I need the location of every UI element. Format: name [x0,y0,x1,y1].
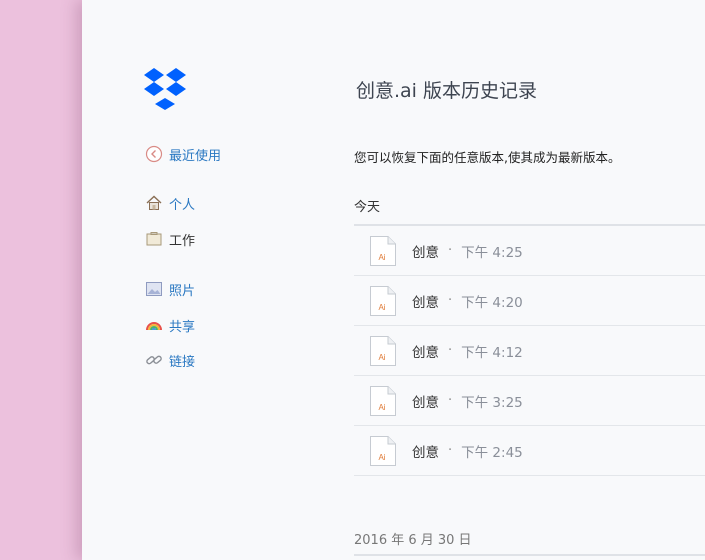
separator: · [448,293,453,308]
briefcase-icon [144,229,164,249]
version-name: 创意 [412,394,439,411]
back-arrow-icon [144,144,164,164]
home-icon [144,193,164,213]
version-time: 下午 2:45 [461,444,523,461]
sidebar-item-work[interactable]: 工作 [144,229,195,249]
version-name: 创意 [412,444,439,461]
separator: · [448,393,453,408]
version-name: 创意 [412,344,439,361]
sidebar-item-links[interactable]: 链接 [144,350,195,370]
page-description: 您可以恢复下面的任意版本,使其成为最新版本。 [354,150,621,165]
ai-file-icon: Ai [370,285,396,316]
sidebar-item-work-label: 工作 [169,233,196,249]
sidebar-item-share-label: 共享 [169,319,196,335]
version-time: 下午 4:25 [461,244,523,261]
separator: · [448,443,453,458]
svg-text:Ai: Ai [378,453,385,462]
version-row[interactable]: Ai 创意 · 下午 2:45 [354,426,705,476]
version-name: 创意 [412,244,439,261]
version-row[interactable]: Ai 创意 · 下午 4:20 [354,276,705,326]
version-row[interactable]: Ai 创意 · 下午 3:25 [354,376,705,426]
version-row[interactable]: Ai 创意 · 下午 4:12 [354,326,705,376]
version-time: 下午 4:12 [461,344,523,361]
back-recent-link[interactable]: 最近使用 [144,144,221,164]
rainbow-icon [144,315,164,335]
version-name: 创意 [412,294,439,311]
dropbox-logo-icon[interactable] [142,66,188,112]
ai-file-icon: Ai [370,435,396,466]
page-title: 创意.ai 版本历史记录 [356,80,538,102]
back-recent-label: 最近使用 [169,148,222,164]
sidebar-item-personal[interactable]: 个人 [144,193,195,213]
ai-file-icon: Ai [370,335,396,366]
link-icon [144,350,164,370]
version-list: Ai 创意 · 下午 4:25 Ai 创意 · 下午 4:20 Ai 创意 · … [354,224,705,476]
section-date-label: 2016 年 6 月 30 日 [354,533,472,548]
sidebar-item-photos-label: 照片 [169,283,196,299]
ai-file-icon: Ai [370,235,396,266]
separator: · [448,343,453,358]
svg-text:Ai: Ai [378,403,385,412]
version-history-panel: 最近使用 个人 工作 照片 共享 链接 创意.ai 版本历史记录 您可以恢复下面… [82,0,705,560]
separator: · [448,243,453,258]
version-row[interactable]: Ai 创意 · 下午 4:25 [354,226,705,276]
sidebar-item-share[interactable]: 共享 [144,315,195,335]
section-today-label: 今天 [354,200,381,215]
version-time: 下午 3:25 [461,394,523,411]
svg-text:Ai: Ai [378,253,385,262]
photos-icon [144,279,164,299]
ai-file-icon: Ai [370,385,396,416]
sidebar-item-links-label: 链接 [169,354,196,370]
svg-text:Ai: Ai [378,303,385,312]
section-divider [354,554,705,556]
version-time: 下午 4:20 [461,294,523,311]
sidebar-item-photos[interactable]: 照片 [144,279,195,299]
sidebar-item-personal-label: 个人 [169,197,196,213]
svg-text:Ai: Ai [378,353,385,362]
